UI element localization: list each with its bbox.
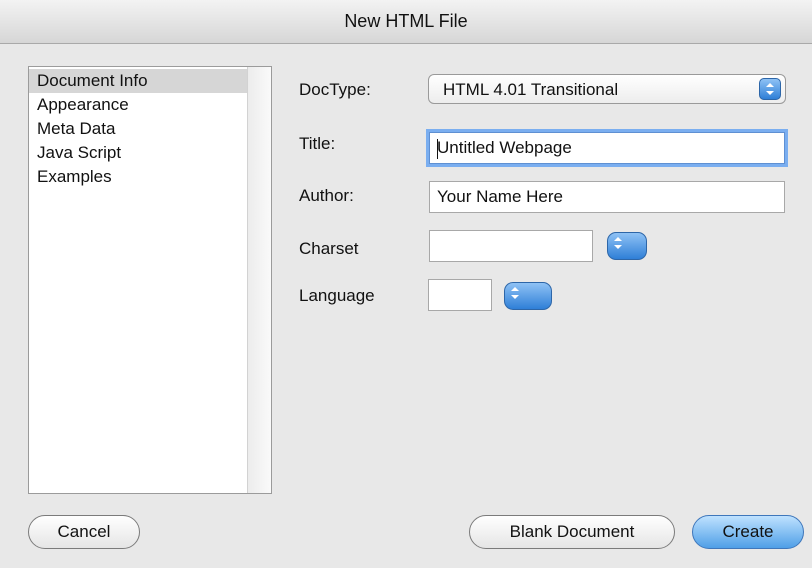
sidebar-item-meta-data[interactable]: Meta Data xyxy=(29,117,247,141)
doctype-label: DocType: xyxy=(299,80,371,99)
title-label: Title: xyxy=(299,134,336,153)
cancel-button[interactable]: Cancel xyxy=(28,515,140,549)
author-label: Author: xyxy=(299,186,354,205)
language-dropdown-arrows-icon[interactable] xyxy=(504,282,552,310)
author-input[interactable]: Your Name Here xyxy=(429,181,785,213)
language-input[interactable] xyxy=(428,279,492,311)
sidebar-scrollbar[interactable] xyxy=(247,67,271,493)
title-input[interactable]: Untitled Webpage xyxy=(429,132,785,164)
window-titlebar: New HTML File xyxy=(0,0,812,44)
author-value: Your Name Here xyxy=(437,187,563,206)
title-value: Untitled Webpage xyxy=(437,138,572,157)
sidebar-items: Document Info Appearance Meta Data Java … xyxy=(29,69,247,189)
language-label: Language xyxy=(299,286,375,305)
sidebar-item-document-info[interactable]: Document Info xyxy=(29,69,247,93)
sidebar-item-appearance[interactable]: Appearance xyxy=(29,93,247,117)
charset-dropdown-arrows-icon[interactable] xyxy=(607,232,647,260)
doctype-value: HTML 4.01 Transitional xyxy=(443,80,619,99)
window-title: New HTML File xyxy=(344,11,468,31)
create-button[interactable]: Create xyxy=(692,515,804,549)
blank-document-button[interactable]: Blank Document xyxy=(469,515,675,549)
doctype-select[interactable]: HTML 4.01 Transitional xyxy=(428,74,786,104)
charset-input[interactable] xyxy=(429,230,593,262)
dropdown-arrows-icon xyxy=(759,78,781,100)
dialog-content: Document Info Appearance Meta Data Java … xyxy=(0,44,812,568)
charset-label: Charset xyxy=(299,239,359,258)
sidebar-item-examples[interactable]: Examples xyxy=(29,165,247,189)
sidebar-item-java-script[interactable]: Java Script xyxy=(29,141,247,165)
sidebar-list[interactable]: Document Info Appearance Meta Data Java … xyxy=(28,66,272,494)
text-cursor xyxy=(437,139,438,159)
